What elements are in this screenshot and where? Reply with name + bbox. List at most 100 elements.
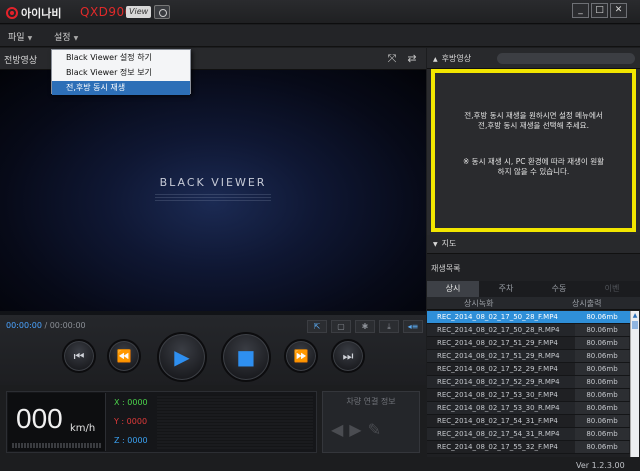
vehicle-link-icons: ◀▶✎ (331, 420, 387, 439)
file-row[interactable]: REC_2014_08_02_17_53_30_R.MP4 80.06mb (427, 402, 630, 415)
tab-continuous[interactable]: 상시 (427, 281, 479, 297)
menu-file[interactable]: 파일 ▼ (8, 30, 32, 43)
subtab-continuous-recording[interactable]: 상시녹화 (464, 298, 493, 309)
current-time: 00:00:00 (6, 321, 42, 330)
chevron-down-icon: ▼ (27, 35, 33, 42)
menu-item-viewer-settings[interactable]: Black Viewer 설정 하기 (52, 51, 190, 65)
speedometer: 000 km/h (8, 393, 106, 451)
app-logo: 아이나비 (6, 5, 61, 21)
close-button[interactable]: ✕ (610, 3, 627, 18)
speed-value: 000 (16, 403, 63, 434)
video-fine-line (155, 197, 271, 198)
file-name: REC_2014_08_02_17_52_29_F.MP4 (437, 365, 558, 373)
play-button[interactable]: ▶ (157, 332, 207, 382)
playlist-header: 재생목록 (427, 253, 640, 281)
minimize-button[interactable]: _ (572, 3, 589, 18)
skip-back-icon: ⏮ (73, 349, 85, 363)
fast-forward-icon: ⏩ (293, 349, 309, 363)
scrollbar-thumb[interactable] (632, 321, 638, 329)
tab-manual[interactable]: 수동 (533, 281, 585, 297)
simultaneous-playback-notice: 전,후방 동시 재생을 원하시면 설정 메뉴에서 전,후방 동시 재생을 선택해… (431, 69, 636, 232)
maximize-button[interactable]: □ (591, 3, 608, 18)
gsensor-graph (157, 395, 313, 449)
notice-line: 하지 않을 수 있습니다. (497, 167, 570, 176)
skip-forward-icon: ⏭ (342, 349, 354, 363)
fast-forward-button[interactable]: ⏩ (284, 339, 318, 373)
file-row[interactable]: REC_2014_08_02_17_52_29_F.MP4 80.06mb (427, 363, 630, 376)
file-name: REC_2014_08_02_17_52_29_R.MP4 (437, 378, 560, 386)
file-name: REC_2014_08_02_17_53_30_F.MP4 (437, 391, 558, 399)
menu-settings[interactable]: 설정 ▼ (54, 30, 78, 43)
file-size: 80.06mb (575, 350, 629, 362)
menu-settings-label: 설정 (54, 33, 71, 43)
camera-icon[interactable] (154, 5, 170, 19)
subtab-continuous-output[interactable]: 상시출력 (572, 298, 601, 309)
scroll-up-icon[interactable]: ▲ (631, 311, 639, 320)
notice-line: 전,후방 동시 재생을 선택해 주세요. (478, 121, 589, 130)
tab-parking[interactable]: 주차 (480, 281, 532, 297)
gear-icon[interactable]: ✱ (355, 320, 375, 333)
prev-file-button[interactable]: ⏮ (62, 339, 96, 373)
file-size: 80.06mb (575, 402, 629, 414)
brand-circle-icon (6, 7, 18, 19)
collapse-triangle-icon: ▲ (433, 56, 438, 63)
file-row[interactable]: REC_2014_08_02_17_54_31_R.MP4 80.06mb (427, 428, 630, 441)
file-name: REC_2014_08_02_17_50_28_F.MP4 (437, 313, 558, 321)
capture-icon[interactable]: ⇱ (307, 320, 327, 333)
rear-video-view: 전,후방 동시 재생을 원하시면 설정 메뉴에서 전,후방 동시 재생을 선택해… (427, 69, 640, 235)
menu-bar: 파일 ▼ 설정 ▼ (0, 25, 640, 47)
rear-video-title: ▲ 후방영상 (433, 53, 471, 64)
playback-controls: 00:00:00 / 00:00:00 ⇱ ▢ ✱ ⤓ ◂≡ ⏮ ⏪ ▶ ■ ⏩… (0, 315, 426, 385)
file-row[interactable]: REC_2014_08_02_17_50_28_R.MP4 80.06mb (427, 324, 630, 337)
map-title: ▼ 지도 (433, 238, 456, 249)
file-row[interactable]: REC_2014_08_02_17_50_28_F.MP4 80.06mb (427, 311, 630, 324)
file-row[interactable]: REC_2014_08_02_17_51_29_R.MP4 80.06mb (427, 350, 630, 363)
crop-icon[interactable]: ▢ (331, 320, 351, 333)
brand-name: 아이나비 (21, 7, 62, 20)
rear-video-header[interactable]: ▲ 후방영상 (427, 48, 640, 69)
file-name: REC_2014_08_02_17_55_32_F.MP4 (437, 443, 558, 451)
menu-item-simultaneous-playback[interactable]: 전,후방 동시 재생 (52, 81, 190, 95)
map-header[interactable]: ▼ 지도 (427, 235, 640, 253)
file-name: REC_2014_08_02_17_51_29_F.MP4 (437, 339, 558, 347)
video-fine-line (155, 194, 271, 195)
rear-video-label: 후방영상 (441, 54, 472, 63)
expand-triangle-icon: ▼ (433, 241, 438, 248)
wrench-icon: ✎ (367, 420, 388, 439)
file-row[interactable]: REC_2014_08_02_17_53_30_F.MP4 80.06mb (427, 389, 630, 402)
file-size: 80.06mb (575, 324, 629, 336)
title-bar: 아이나비 QXD900 View _ □ ✕ (0, 0, 640, 24)
speed-bar (12, 443, 102, 448)
rear-video-scrollbar[interactable] (497, 53, 635, 64)
swap-icon[interactable]: ⇄ (405, 52, 419, 66)
playlist-title: 재생목록 (431, 264, 461, 273)
turn-arrows-icon: ◀▶ (331, 420, 368, 439)
map-label: 지도 (441, 239, 457, 248)
rewind-button[interactable]: ⏪ (107, 339, 141, 373)
speed-gsensor-panel: 000 km/h X : 0000 Y : 0000 Z : 0000 (6, 391, 317, 453)
playlist-tabs: 상시 주차 수동 이벤 (427, 281, 640, 297)
file-row[interactable]: REC_2014_08_02_17_55_32_F.MP4 80.06mb (427, 441, 630, 454)
video-brand-text: BLACK VIEWER (159, 176, 267, 189)
file-row[interactable]: REC_2014_08_02_17_54_31_F.MP4 80.06mb (427, 415, 630, 428)
front-video-view[interactable]: BLACK VIEWER (0, 70, 426, 311)
file-size: 80.06mb (575, 389, 629, 401)
stop-button[interactable]: ■ (221, 332, 271, 382)
fullscreen-icon[interactable]: ⤧ (385, 52, 399, 66)
tab-event[interactable]: 이벤 (586, 281, 638, 297)
download-icon[interactable]: ⤓ (379, 320, 399, 333)
file-size: 80.06mb (575, 337, 629, 349)
file-row[interactable]: REC_2014_08_02_17_51_29_F.MP4 80.06mb (427, 337, 630, 350)
total-time: 00:00:00 (49, 321, 86, 330)
volume-icon[interactable]: ◂≡ (403, 320, 423, 333)
file-row[interactable]: REC_2014_08_02_17_52_29_R.MP4 80.06mb (427, 376, 630, 389)
next-file-button[interactable]: ⏭ (331, 339, 365, 373)
view-badge: View (126, 6, 152, 18)
file-size: 80.06mb (575, 376, 629, 388)
file-size: 80.06mb (575, 441, 629, 453)
file-size: 80.06mb (575, 428, 629, 440)
speed-unit: km/h (70, 423, 96, 434)
file-list-scrollbar[interactable]: ▲ (630, 311, 639, 457)
file-size: 80.06mb (575, 363, 629, 375)
menu-item-viewer-info[interactable]: Black Viewer 정보 보기 (52, 66, 190, 80)
